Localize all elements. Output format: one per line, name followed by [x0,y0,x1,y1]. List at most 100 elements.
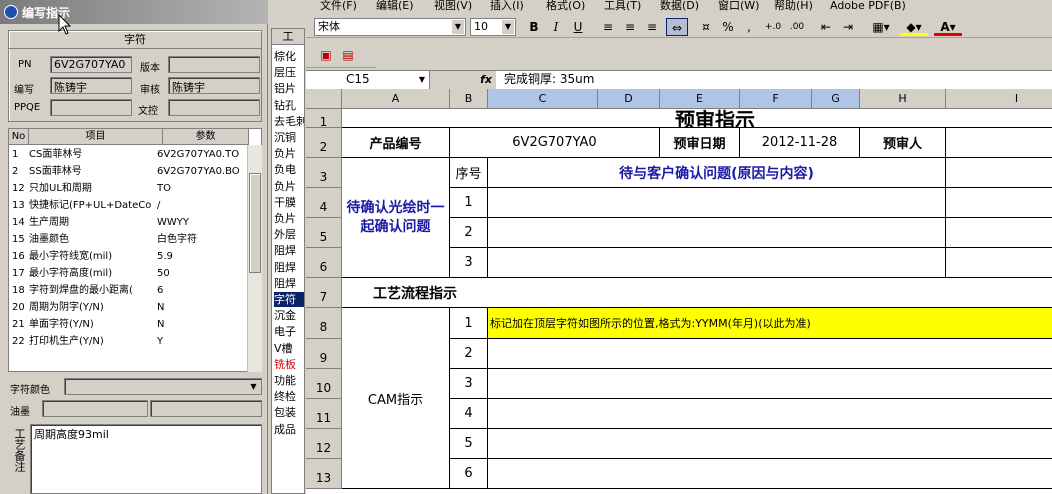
column-header[interactable]: B [450,89,488,109]
menu-item[interactable]: 帮助(H) [774,0,830,14]
menu-item[interactable]: 编辑(E) [376,0,434,14]
cam-cell[interactable] [488,399,1052,429]
underline-icon[interactable]: U [568,18,588,36]
cam-number[interactable]: 3 [450,369,488,399]
row-header[interactable]: 11 [306,399,342,429]
product-no-label[interactable]: 产品编号 [342,128,450,158]
cam-number[interactable]: 6 [450,459,488,489]
confirm-cell[interactable] [488,248,946,278]
table-row[interactable]: 20 周期为阴字(Y/N) N [9,299,247,316]
column-header[interactable]: C [488,89,598,109]
pending-label[interactable]: 待确认光绘时一起确认问题 [342,158,450,278]
confirm-cell[interactable] [488,218,946,248]
process-item[interactable]: 沉铜 [274,130,304,145]
process-item[interactable]: 负片 [274,211,304,226]
ink-field-1[interactable] [42,400,148,417]
column-header[interactable]: A [342,89,450,109]
confirm-cell[interactable] [488,188,946,218]
reviewer-label[interactable]: 预审人 [860,128,946,158]
column-header[interactable]: E [660,89,740,109]
seq-number[interactable]: 2 [450,218,488,248]
process-item[interactable]: 阻焊 [274,260,304,275]
remarks-textarea[interactable]: 周期高度93mil [30,424,262,494]
spreadsheet-grid[interactable]: ABCDEFGHI 1 2 3 4 5 6 7 8 9 10 11 12 13 预审指示 产品编号 6V2G… [306,89,1052,494]
col-header-param[interactable]: 参数 [163,129,249,145]
ink-field-2[interactable] [150,400,262,417]
process-item[interactable]: 功能 [274,373,304,388]
process-item[interactable]: 层压 [274,65,304,80]
cam-cell[interactable] [488,339,1052,369]
scroll-thumb[interactable] [249,173,261,273]
process-item[interactable]: 阻焊 [274,243,304,258]
row-header[interactable]: 2 [306,128,342,158]
process-list[interactable]: 工 棕化 层压 铝片 钻孔 去毛刺 沉铜 负片 负电 负片 干膜 负片 外层 阻焊 阻焊 阻焊 字符 沉金 电子 V… [271,28,305,494]
menu-item[interactable]: Adobe PDF(B) [830,0,926,14]
fill-color-icon[interactable]: ◆▾ [900,18,928,36]
row-header[interactable]: 10 [306,369,342,399]
process-item[interactable]: 负电 [274,162,304,177]
column-header[interactable]: F [740,89,812,109]
table-row[interactable]: 12 只加UL和周期 TO [9,180,247,197]
process-item[interactable]: 钻孔 [274,98,304,113]
process-item[interactable]: 阻焊 [274,276,304,291]
menu-item[interactable]: 视图(V) [434,0,490,14]
cam-label[interactable]: CAM指示 [342,308,450,489]
table-row[interactable]: 14 生产周期 WWYY [9,214,247,231]
cam-number[interactable]: 1 [450,308,488,339]
process-item[interactable]: 终检 [274,389,304,404]
seq-label[interactable]: 序号 [450,158,488,188]
currency-icon[interactable]: ¤ [696,18,716,36]
chevron-down-icon[interactable]: ▼ [247,380,260,393]
increase-indent-icon[interactable]: ⇥ [838,18,858,36]
bold-icon[interactable]: B [524,18,544,36]
process-item[interactable]: 外层 [274,227,304,242]
review-date-label[interactable]: 预审日期 [660,128,740,158]
confirm-right-cell[interactable] [946,248,1052,278]
row-header[interactable]: 7 [306,278,342,308]
table-row[interactable]: 21 单面字符(Y/N) N [9,316,247,333]
borders-icon[interactable]: ▦▾ [868,18,894,36]
row-header[interactable]: 4 [306,188,342,218]
table-row[interactable]: 2 SS面菲林号 6V2G707YA0.BO [9,163,247,180]
cam-number[interactable]: 4 [450,399,488,429]
process-item[interactable]: V槽 [274,341,304,356]
table-row[interactable]: 15 油墨颜色 白色字符 [9,231,247,248]
align-left-icon[interactable]: ≡ [598,18,618,36]
column-header[interactable]: D [598,89,660,109]
align-right-icon[interactable]: ≡ [642,18,662,36]
table-row[interactable]: 22 打印机生产(Y/N) Y [9,333,247,350]
seq-number[interactable]: 3 [450,248,488,278]
cam-number[interactable]: 2 [450,339,488,369]
table-row[interactable]: 1 CS面菲林号 6V2G707YA0.TO [9,146,247,163]
process-item[interactable]: 沉金 [274,308,304,323]
column-header[interactable]: I [946,89,1052,109]
menu-item[interactable]: 文件(F) [320,0,376,14]
process-item[interactable]: 铝片 [274,81,304,96]
comma-icon[interactable]: , [740,18,758,36]
row-header[interactable]: 9 [306,339,342,369]
cam-number[interactable]: 5 [450,429,488,459]
table-row[interactable]: 17 最小字符高度(mil) 50 [9,265,247,282]
row-header[interactable]: 5 [306,218,342,248]
row-header[interactable]: 3 [306,158,342,188]
menu-item[interactable]: 数据(D) [660,0,718,14]
control-field[interactable] [168,99,260,116]
ppqe-field[interactable] [50,99,132,116]
row-header[interactable]: 6 [306,248,342,278]
percent-icon[interactable]: % [718,18,738,36]
pdf-email-icon[interactable]: ▤ [338,46,358,64]
writer-field[interactable]: 陈铸宇 [50,77,132,94]
name-box[interactable]: C15 ▼ [306,71,430,89]
process-item[interactable]: 字符 [274,292,304,307]
column-header[interactable]: G [812,89,860,109]
process-item[interactable]: 铣板 [274,357,304,372]
confirm-right-cell[interactable] [946,218,1052,248]
increase-decimal-icon[interactable]: +.0 [762,18,784,36]
param-table[interactable]: No 项目 参数 1 CS面菲林号 6V2G707YA0.TO 2 SS面菲林号 6V2G… [8,128,262,372]
process-item[interactable]: 负片 [274,146,304,161]
menu-item[interactable]: 插入(I) [490,0,546,14]
font-size-select[interactable]: 10 ▼ [470,18,516,36]
merge-center-icon[interactable]: ⇔ [666,18,688,36]
confirm-header-right[interactable]: 预审 [946,158,1052,188]
row-header[interactable]: 1 [306,109,342,129]
